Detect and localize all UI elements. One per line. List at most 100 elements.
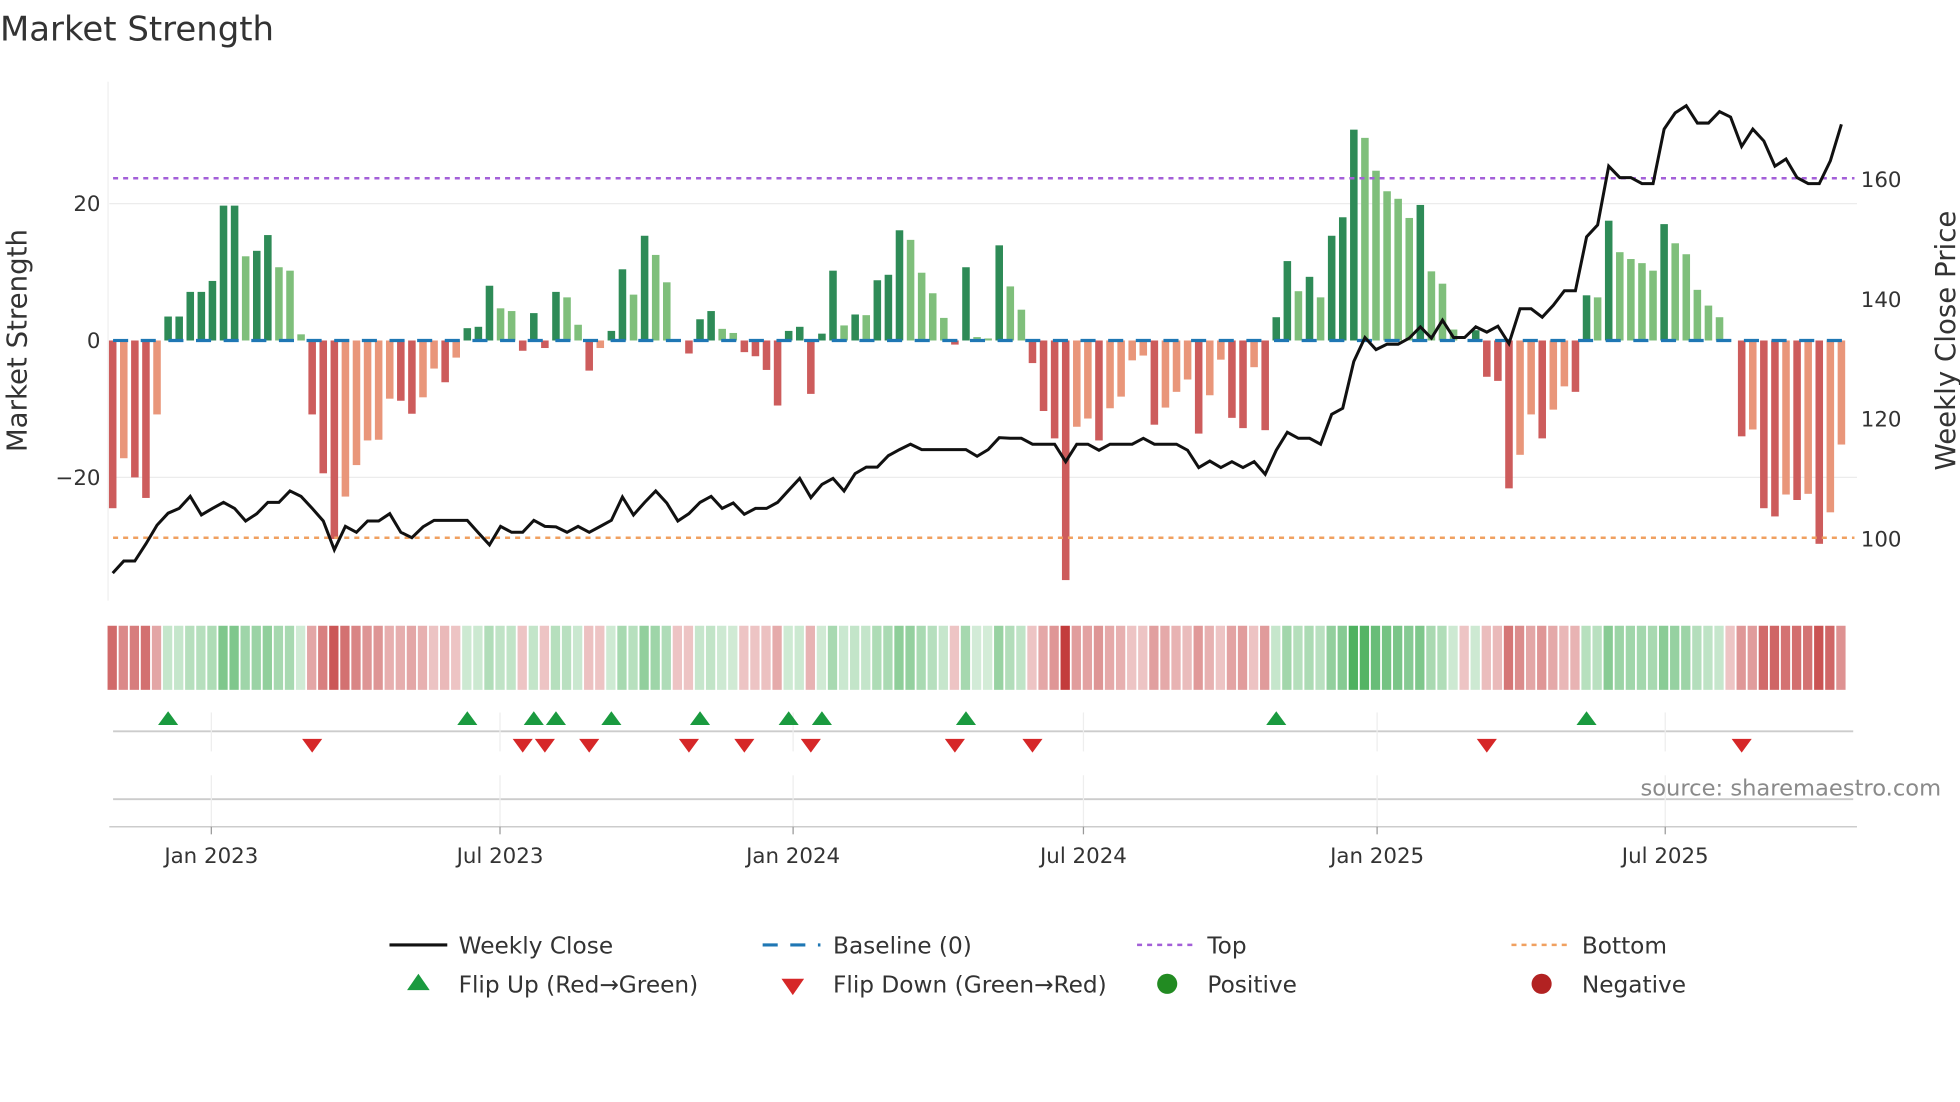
heat-strip-cell — [550, 625, 561, 690]
heat-strip-cell — [295, 625, 306, 690]
heat-strip-cell — [351, 625, 361, 690]
heat-strip-cell — [1226, 625, 1237, 690]
strength-bar — [884, 274, 893, 341]
x-tick-label: Jan 2024 — [744, 844, 840, 869]
heat-strip-cell — [473, 625, 483, 690]
strength-bar — [108, 340, 117, 509]
heat-strip-cell — [1692, 625, 1702, 690]
heat-strip-cell — [318, 625, 328, 690]
flip-up-marker — [523, 711, 544, 726]
x-tick-label: Jul 2025 — [1620, 844, 1709, 869]
strength-bar — [585, 340, 593, 371]
strength-bar — [829, 270, 837, 341]
heat-strip-cell — [528, 625, 538, 690]
strength-bar — [1095, 340, 1103, 441]
heat-strip-cell — [1570, 625, 1580, 690]
heat-strip-cell — [1481, 625, 1491, 690]
heat-strip-cell — [1138, 625, 1148, 690]
strength-bar — [1239, 340, 1247, 429]
heat-strip-cell — [1725, 625, 1735, 690]
strength-heat-strip — [107, 625, 1846, 690]
heat-strip-cell — [739, 625, 749, 690]
strength-bar — [618, 269, 627, 341]
strength-bar — [385, 340, 394, 399]
heat-strip-cell — [1681, 625, 1691, 690]
strength-bar — [895, 230, 904, 341]
strength-bar — [1350, 129, 1358, 341]
heat-strip-cell — [1459, 625, 1469, 690]
strength-bar — [1028, 340, 1037, 364]
strength-bar — [795, 326, 804, 341]
strength-bar — [1760, 340, 1768, 509]
heat-strip-cell — [1614, 625, 1624, 690]
strength-bar — [873, 280, 882, 341]
heat-strip-cell — [451, 625, 461, 690]
heat-strip-cell — [1005, 625, 1015, 690]
flip-up-marker — [955, 711, 977, 726]
flip-down-marker — [1022, 738, 1043, 753]
heat-strip-cell — [650, 625, 660, 690]
strength-bar — [1826, 340, 1835, 513]
strength-bar — [928, 293, 937, 341]
heat-strip-cell — [1836, 625, 1846, 690]
heat-strip-cell — [1625, 625, 1636, 690]
heat-strip-cell — [1049, 625, 1059, 690]
y2-tick-label: 100 — [1861, 528, 1902, 553]
legend: Weekly Close Baseline (0) Top Bottom Fli… — [389, 933, 1686, 999]
strength-bar — [552, 291, 560, 341]
strength-bar — [1372, 170, 1380, 341]
heat-strip-cell — [229, 625, 239, 690]
flip-down-marker — [678, 738, 699, 753]
heat-strip-cell — [1359, 625, 1370, 690]
strength-bar — [1771, 340, 1779, 517]
heat-strip-cell — [329, 625, 339, 690]
heat-strip-cell — [1149, 625, 1159, 690]
strength-bar — [1638, 263, 1646, 341]
heat-strip-cell — [1082, 625, 1093, 690]
heat-strip-cell — [1115, 625, 1126, 690]
flip-markers-panel — [113, 711, 1854, 827]
heat-strip-cell — [417, 625, 428, 690]
strength-bar — [264, 235, 272, 341]
flip-down-marker — [579, 738, 600, 753]
heat-strip-cell — [717, 625, 727, 690]
heat-strip-cell — [728, 625, 738, 690]
strength-bar — [319, 340, 328, 474]
y-axis-label: Market Strength — [0, 229, 33, 452]
strength-bar — [120, 340, 128, 459]
strength-bar — [286, 270, 294, 341]
heat-strip-cell — [1215, 625, 1225, 690]
strength-bar — [252, 250, 261, 341]
strength-bar — [1128, 340, 1136, 361]
heat-strip-cell — [1027, 625, 1037, 690]
strength-bar — [1183, 340, 1192, 380]
heat-strip-cell — [761, 625, 771, 690]
strength-bar — [430, 340, 438, 369]
strength-bar — [1194, 340, 1203, 434]
strength-bar — [1560, 340, 1569, 387]
heat-strip-cell — [1581, 625, 1591, 690]
heat-strip-cell — [1703, 625, 1713, 690]
heat-strip-cell — [462, 625, 472, 690]
heat-strip-cell — [1337, 625, 1347, 690]
heat-strip-cell — [1426, 625, 1436, 690]
heat-strip-cell — [1636, 625, 1647, 690]
heat-strip-cell — [1315, 625, 1325, 690]
heat-strip-cell — [971, 625, 982, 690]
strength-bar — [297, 334, 305, 341]
heat-strip-cell — [1016, 625, 1026, 690]
flip-down-marker — [1476, 738, 1497, 753]
heat-strip-cell — [129, 625, 140, 690]
strength-bar — [1338, 217, 1347, 341]
heat-strip-cell — [1714, 625, 1724, 690]
heat-strip-cell — [1348, 625, 1358, 690]
strength-bar — [851, 314, 859, 341]
heat-strip-cell — [406, 625, 417, 690]
heat-strip-cell — [827, 625, 838, 690]
strength-bar — [1693, 289, 1702, 341]
heat-strip-cell — [207, 625, 217, 690]
legend-weekly-close: Weekly Close — [459, 933, 614, 960]
strength-bar — [518, 340, 527, 351]
heat-strip-cell — [1525, 625, 1536, 690]
strength-bar — [663, 282, 671, 341]
